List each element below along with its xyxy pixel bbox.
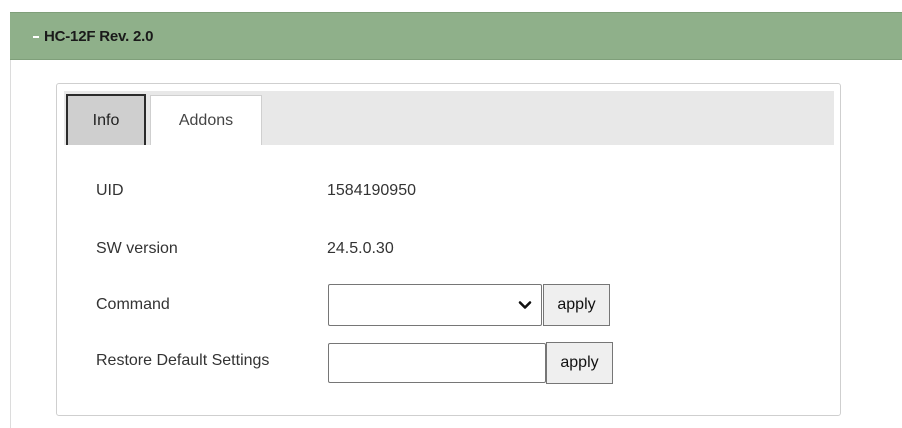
uid-label: UID [96,182,124,199]
sw-version-label: SW version [96,240,178,257]
tab-addons[interactable]: Addons [150,95,262,145]
chevron-down-icon [518,301,532,309]
restore-default-label: Restore Default Settings [96,352,270,369]
collapse-minus-icon[interactable] [33,35,39,38]
device-panel: Info Addons UID 1584190950 SW version 24… [56,83,841,416]
uid-value: 1584190950 [327,182,416,199]
page: HC-12F Rev. 2.0 Info Addons UID 15841909… [0,0,902,428]
command-select[interactable] [328,284,542,326]
restore-default-input[interactable] [328,343,546,383]
tab-info[interactable]: Info [66,94,146,145]
section-header[interactable]: HC-12F Rev. 2.0 [10,12,902,60]
restore-apply-button[interactable]: apply [546,342,613,384]
tab-strip: Info Addons [64,91,834,145]
tab-addons-label: Addons [178,111,234,129]
command-label: Command [96,296,170,313]
sw-version-value: 24.5.0.30 [327,240,394,257]
tab-info-label: Info [92,111,120,129]
section-border [10,60,11,428]
section-title: HC-12F Rev. 2.0 [44,27,154,45]
command-apply-button[interactable]: apply [543,284,610,326]
